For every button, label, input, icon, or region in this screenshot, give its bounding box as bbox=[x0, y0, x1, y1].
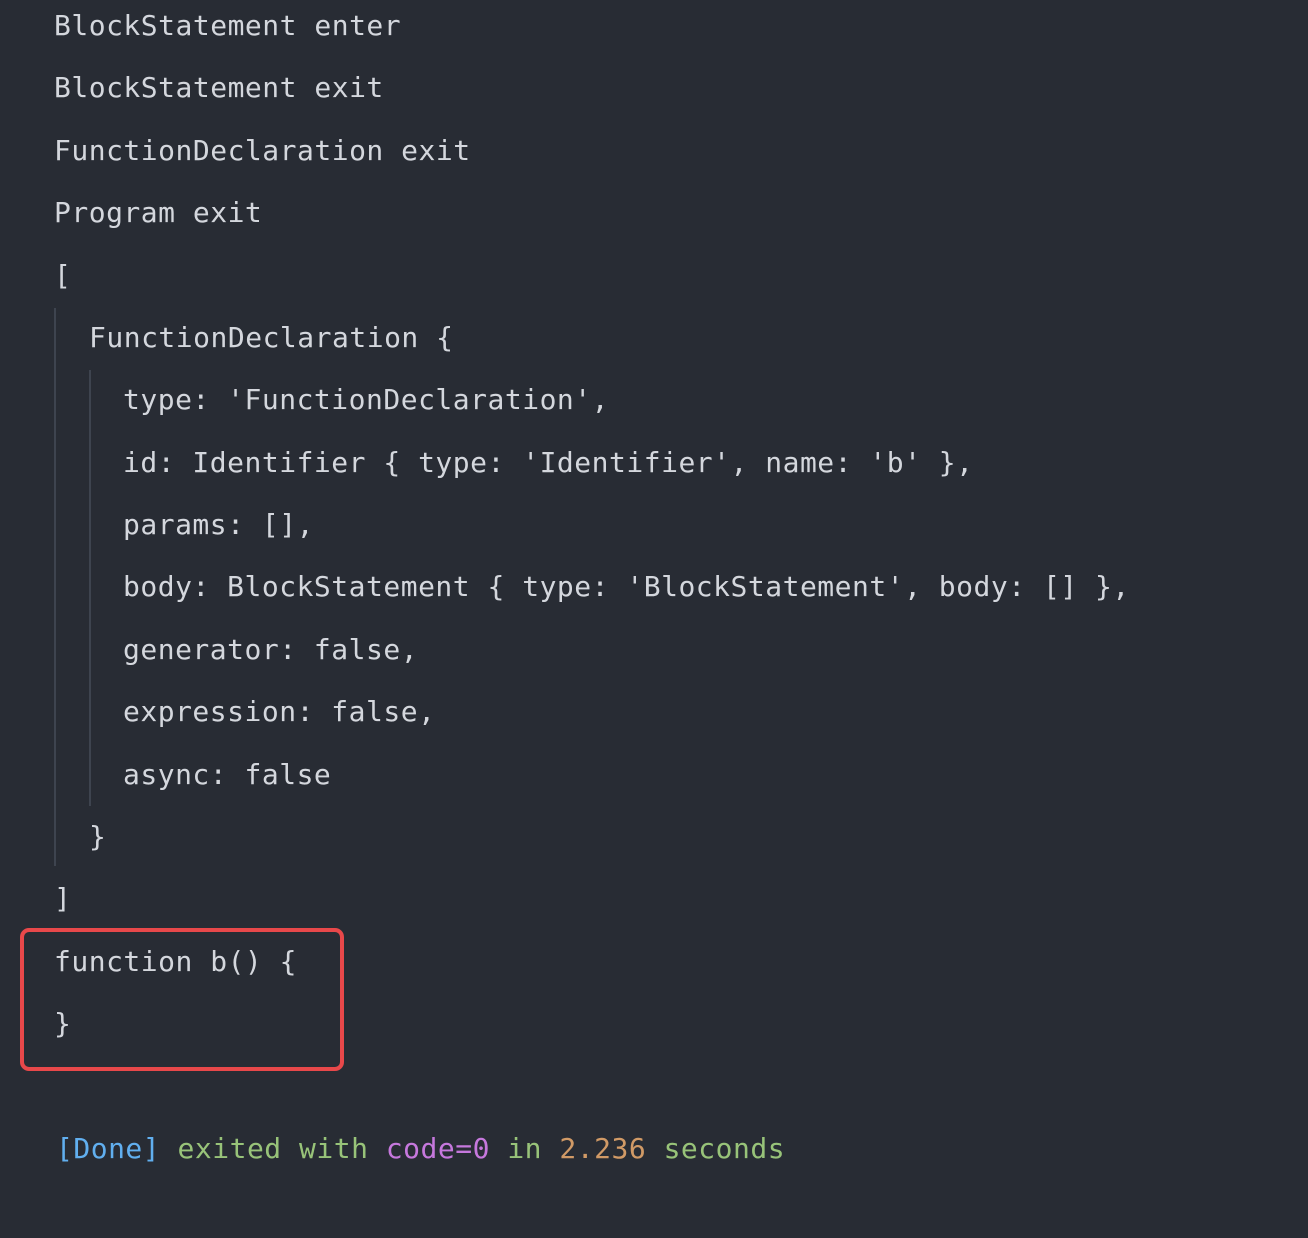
output-line: async: false bbox=[123, 758, 332, 791]
indent-guide bbox=[89, 370, 91, 806]
status-line: [Done] exited with code=0 in 2.236 secon… bbox=[56, 1131, 785, 1167]
exited-with-text: exited with bbox=[177, 1132, 369, 1165]
highlight-box bbox=[20, 928, 344, 1071]
output-line: body: BlockStatement { type: 'BlockState… bbox=[123, 570, 1130, 603]
seconds-text: seconds bbox=[663, 1132, 786, 1165]
output-line: [ bbox=[54, 259, 72, 292]
terminal-output: BlockStatement enter BlockStatement exit… bbox=[0, 0, 1308, 1238]
output-line: id: Identifier { type: 'Identifier', nam… bbox=[123, 446, 974, 479]
output-line: FunctionDeclaration { bbox=[89, 321, 454, 354]
output-line: FunctionDeclaration exit bbox=[54, 134, 471, 167]
exit-code: code=0 bbox=[385, 1132, 490, 1165]
output-line: params: [], bbox=[123, 508, 314, 541]
indent-guide bbox=[54, 308, 56, 866]
output-line: BlockStatement exit bbox=[54, 71, 384, 104]
done-label: [Done] bbox=[56, 1132, 161, 1165]
output-line: generator: false, bbox=[123, 633, 419, 666]
in-text: in bbox=[507, 1132, 543, 1165]
output-line: BlockStatement enter bbox=[54, 9, 402, 42]
output-line: expression: false, bbox=[123, 695, 436, 728]
duration-value: 2.236 bbox=[559, 1132, 647, 1165]
output-line: Program exit bbox=[54, 196, 263, 229]
output-line: type: 'FunctionDeclaration', bbox=[123, 383, 610, 416]
output-line: } bbox=[89, 820, 107, 853]
output-line: ] bbox=[54, 882, 72, 915]
